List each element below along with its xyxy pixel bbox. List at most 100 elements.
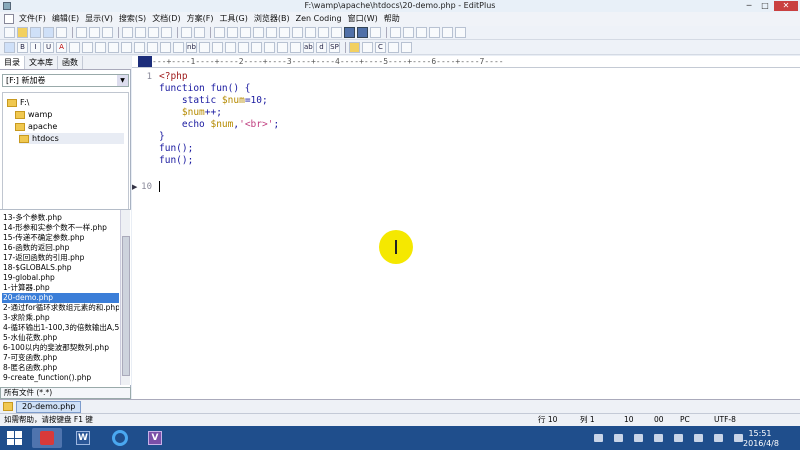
menu-project[interactable]: 方案(F): [184, 12, 217, 26]
replace-icon[interactable]: [227, 27, 238, 38]
cascade-icon[interactable]: [429, 27, 440, 38]
directory-window-icon[interactable]: [357, 27, 368, 38]
d-button[interactable]: d: [316, 41, 327, 53]
menu-zen-coding[interactable]: Zen Coding: [293, 12, 345, 26]
menu-tools[interactable]: 工具(G): [216, 12, 250, 26]
ftp-icon[interactable]: [56, 27, 67, 38]
font-icon[interactable]: [266, 27, 277, 38]
taskbar-ie[interactable]: [104, 428, 134, 448]
scrollbar-thumb[interactable]: [122, 236, 130, 376]
bold-button[interactable]: B: [17, 41, 28, 53]
dir-item-htdocs[interactable]: htdocs: [19, 133, 124, 144]
check-icon[interactable]: [370, 27, 381, 38]
underline-button[interactable]: U: [43, 41, 54, 53]
c-button[interactable]: C: [375, 41, 386, 53]
word-wrap-icon[interactable]: [279, 27, 290, 38]
font-color-button[interactable]: A: [56, 41, 67, 53]
input-icon[interactable]: [264, 41, 275, 53]
list-item[interactable]: 7-可变函数.php: [2, 353, 119, 363]
full-screen-icon[interactable]: [442, 27, 453, 38]
paragraph-icon[interactable]: [82, 41, 93, 53]
tray-display-icon[interactable]: [654, 434, 663, 442]
print-icon[interactable]: [76, 27, 87, 38]
table-icon[interactable]: [212, 41, 223, 53]
tab-directory[interactable]: 目录: [0, 56, 25, 69]
tray-network-icon[interactable]: [614, 434, 623, 442]
list-item[interactable]: 2-通过for循环求数组元素的和.php: [2, 303, 119, 313]
align-right-icon[interactable]: [147, 41, 158, 53]
menu-document[interactable]: 文档(D): [149, 12, 183, 26]
comment-icon[interactable]: [225, 41, 236, 53]
preview-icon[interactable]: [388, 41, 399, 53]
menu-file[interactable]: 文件(F): [16, 12, 49, 26]
textarea-icon[interactable]: [277, 41, 288, 53]
style-icon[interactable]: [349, 41, 360, 53]
save-all-icon[interactable]: [43, 27, 54, 38]
tray-volume-icon[interactable]: [714, 434, 723, 442]
toolbar-icon[interactable]: [401, 41, 412, 53]
taskbar-editplus[interactable]: [32, 428, 62, 448]
menu-help[interactable]: 帮助: [381, 12, 403, 26]
nb-button[interactable]: nb: [186, 41, 197, 53]
tab-20-demo[interactable]: 20-demo.php: [16, 401, 82, 413]
list-item[interactable]: 5-水仙花数.php: [2, 333, 119, 343]
list-item[interactable]: 6-100以内的斐波那契数列.php: [2, 343, 119, 353]
line-break-icon[interactable]: [95, 41, 106, 53]
file-list-scrollbar[interactable]: [120, 210, 130, 385]
tab-functions[interactable]: 函数: [58, 56, 83, 69]
list-item[interactable]: 18-$GLOBALS.php: [2, 263, 119, 273]
clock-time[interactable]: 15:51: [740, 429, 780, 438]
maximize-button[interactable]: □: [758, 1, 772, 11]
list-item[interactable]: 17-返回函数的引用.php: [2, 253, 119, 263]
list-item[interactable]: 14-形参和实参个数不一样.php: [2, 223, 119, 233]
browser-icon[interactable]: [4, 41, 15, 53]
drive-select[interactable]: [F:] 新加卷 ▼: [2, 74, 129, 87]
list-item[interactable]: 3-求阶乘.php: [2, 313, 119, 323]
save-icon[interactable]: [30, 27, 41, 38]
file-filter-select[interactable]: 所有文件 (*.*): [0, 387, 131, 399]
anchor-icon[interactable]: [160, 41, 171, 53]
start-button[interactable]: [7, 431, 23, 445]
tab-cliptext[interactable]: 文本库: [25, 56, 58, 69]
clock-date[interactable]: 2016/4/8: [738, 439, 784, 448]
menu-view[interactable]: 显示(V): [82, 12, 116, 26]
tray-arrow-icon[interactable]: [594, 434, 603, 442]
link-icon[interactable]: [173, 41, 184, 53]
menu-search[interactable]: 搜索(S): [116, 12, 149, 26]
goto-icon[interactable]: [253, 27, 264, 38]
tile-vertical-icon[interactable]: [416, 27, 427, 38]
align-center-icon[interactable]: [134, 41, 145, 53]
color-icon[interactable]: [69, 41, 80, 53]
document-icon[interactable]: [4, 14, 14, 24]
tray-flag-icon[interactable]: [634, 434, 643, 442]
find-in-files-icon[interactable]: [240, 27, 251, 38]
whitespace-icon[interactable]: [318, 27, 329, 38]
open-folder-icon[interactable]: [17, 27, 28, 38]
list-item[interactable]: 1-计算器.php: [2, 283, 119, 293]
dir-item-wamp[interactable]: wamp: [15, 109, 52, 120]
dir-item-apache[interactable]: apache: [15, 121, 57, 132]
dir-item-f[interactable]: F:\: [7, 97, 29, 108]
image-icon[interactable]: [199, 41, 210, 53]
new-file-icon[interactable]: [4, 27, 15, 38]
tile-horizontal-icon[interactable]: [403, 27, 414, 38]
list-item[interactable]: 4-循环输出1-100,3的倍数输出A,5的倍: [2, 323, 119, 333]
form-icon[interactable]: [238, 41, 249, 53]
code-editor[interactable]: 1 10 <?php function fun() { static $num=1…: [132, 68, 800, 399]
cliptext-icon[interactable]: [344, 27, 355, 38]
list-item[interactable]: 15-传递不确定参数.php: [2, 233, 119, 243]
pilcrow-icon[interactable]: [108, 41, 119, 53]
list-item-selected[interactable]: 20-demo.php: [2, 293, 119, 303]
find-icon[interactable]: [214, 27, 225, 38]
list-item[interactable]: 16-函数的返回.php: [2, 243, 119, 253]
list-item[interactable]: 9-create_function().php: [2, 373, 119, 383]
print-preview-icon[interactable]: [89, 27, 100, 38]
list-item[interactable]: 8-匿名函数.php: [2, 363, 119, 373]
close-button[interactable]: ✕: [774, 1, 798, 11]
menu-edit[interactable]: 编辑(E): [49, 12, 82, 26]
italic-button[interactable]: I: [30, 41, 41, 53]
column-select-icon[interactable]: [331, 27, 342, 38]
select-icon[interactable]: [251, 41, 262, 53]
script-icon[interactable]: [362, 41, 373, 53]
folder-icon[interactable]: [3, 402, 13, 411]
